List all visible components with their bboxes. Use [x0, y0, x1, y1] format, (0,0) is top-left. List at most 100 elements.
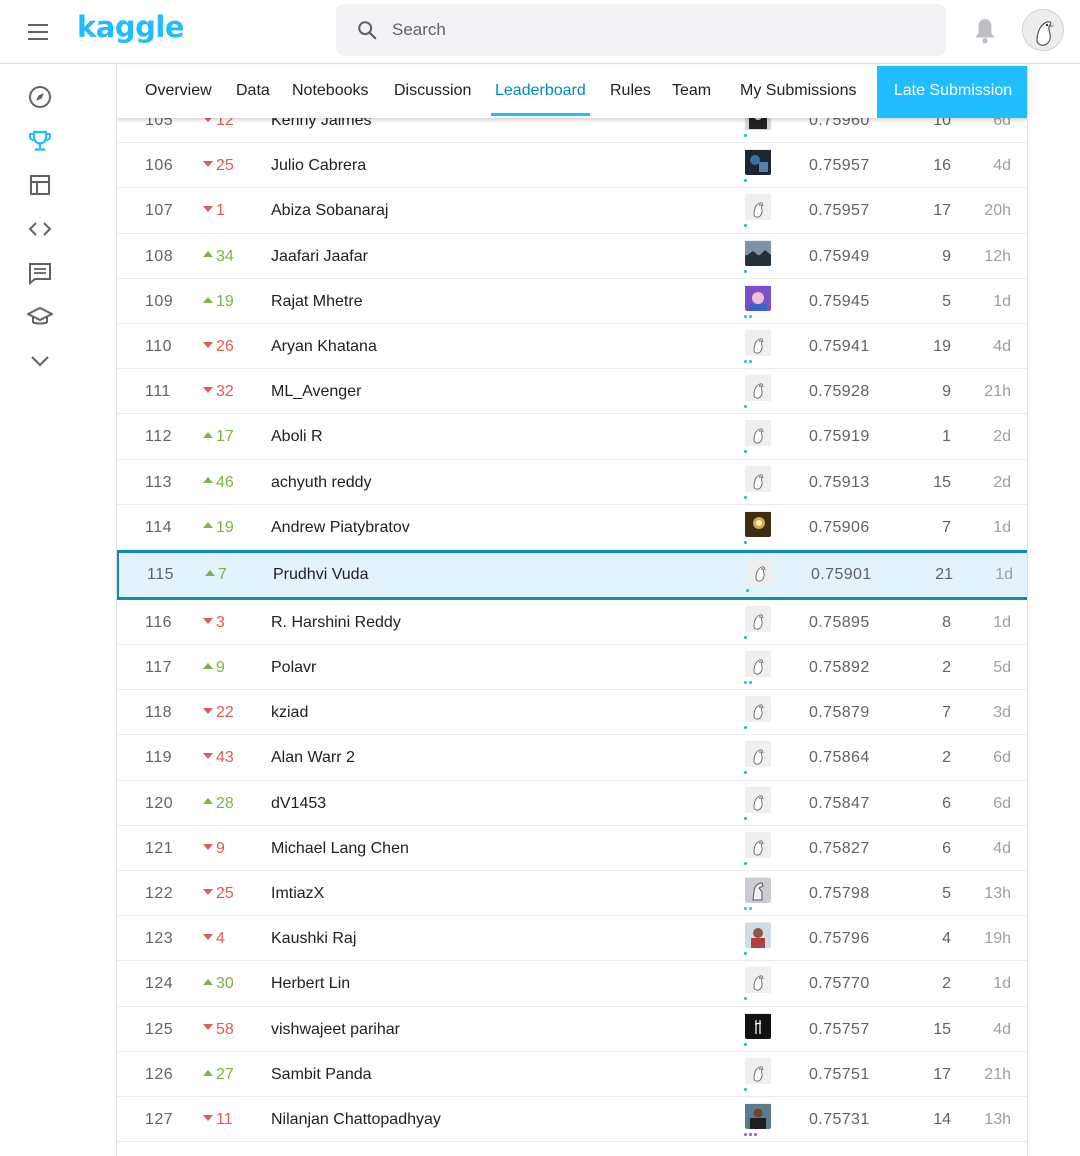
team-name[interactable]: achyuth reddy — [271, 460, 711, 505]
last-submission: 13h — [984, 1110, 1011, 1128]
table-row[interactable]: 127 11 Nilanjan Chattopadhyay 0.75731 14 13h — [117, 1097, 1027, 1143]
team-name[interactable]: R. Harshini Reddy — [271, 600, 711, 645]
table-row[interactable]: 113 46 achyuth reddy 0.75913 15 2d — [117, 460, 1027, 505]
team-avatar[interactable] — [745, 420, 771, 447]
team-avatar[interactable] — [745, 375, 771, 402]
menu-icon[interactable] — [28, 20, 52, 44]
table-row[interactable]: 121 9 Michael Lang Chen 0.75827 6 4d — [117, 826, 1027, 871]
team-avatar[interactable] — [745, 696, 771, 723]
bell-icon[interactable] — [972, 17, 998, 45]
team-name[interactable]: Herbert Lin — [271, 961, 711, 1006]
tab-discussion[interactable]: Discussion — [394, 66, 471, 118]
team-avatar[interactable] — [745, 465, 771, 492]
trophy-icon[interactable] — [27, 128, 53, 154]
team-name[interactable]: Jaafari Jaafar — [271, 234, 711, 279]
late-submission-button[interactable]: Late Submission — [877, 66, 1027, 118]
team-avatar[interactable] — [747, 558, 773, 585]
team-name[interactable]: Abiza Sobanaraj — [271, 188, 711, 233]
table-row[interactable]: 112 17 Aboli R 0.75919 1 2d — [117, 414, 1027, 460]
chevron-down-icon[interactable] — [27, 348, 53, 374]
team-name[interactable]: dV1453 — [271, 781, 711, 826]
comments-icon[interactable] — [27, 260, 53, 286]
team-name[interactable]: Aboli R — [271, 414, 711, 459]
team-avatar[interactable] — [745, 786, 771, 813]
search-input[interactable] — [392, 4, 932, 56]
code-icon[interactable] — [27, 216, 53, 242]
team-name[interactable]: Prudhvi Vuda — [273, 553, 713, 597]
team-avatar[interactable] — [745, 194, 771, 221]
graduation-cap-icon[interactable] — [27, 304, 53, 330]
rank-change: 9 — [203, 826, 243, 871]
table-row[interactable]: 107 1 Abiza Sobanaraj 0.75957 17 20h — [117, 188, 1027, 234]
last-submission: 3d — [993, 704, 1011, 722]
tab-my-submissions[interactable]: My Submissions — [740, 66, 856, 118]
table-row[interactable]: 111 32 ML_Avenger 0.75928 9 21h — [117, 369, 1027, 415]
rank-change: 9 — [203, 645, 243, 690]
tab-overview[interactable]: Overview — [145, 66, 212, 118]
team-name[interactable]: Aryan Khatana — [271, 324, 711, 369]
last-submission: 6d — [993, 794, 1011, 812]
table-row[interactable]: 106 25 Julio Cabrera 0.75957 16 4d — [117, 143, 1027, 189]
team-avatar[interactable] — [745, 605, 771, 632]
team-name[interactable]: Michael Lang Chen — [271, 826, 711, 871]
team-name[interactable]: Alan Warr 2 — [271, 735, 711, 780]
triangle-up-icon — [205, 569, 215, 576]
tab-leaderboard[interactable]: Leaderboard — [491, 66, 590, 118]
triangle-down-icon — [203, 386, 213, 393]
team-avatar[interactable] — [745, 967, 771, 994]
search-box[interactable] — [336, 4, 946, 56]
team-name[interactable]: kziad — [271, 690, 711, 735]
team-name[interactable]: Kaushki Raj — [271, 916, 711, 961]
team-avatar[interactable] — [745, 149, 771, 176]
team-avatar[interactable] — [745, 510, 771, 537]
table-row[interactable]: 117 9 Polavr 0.75892 2 5d — [117, 645, 1027, 691]
rank-change: 32 — [203, 369, 243, 414]
team-avatar[interactable] — [745, 1012, 771, 1039]
table-icon[interactable] — [27, 172, 53, 198]
team-avatar[interactable] — [745, 284, 771, 311]
table-row[interactable]: 126 27 Sambit Panda 0.75751 17 21h — [117, 1052, 1027, 1097]
team-avatar[interactable] — [745, 922, 771, 949]
tab-rules[interactable]: Rules — [610, 66, 651, 118]
table-row[interactable]: 114 19 Andrew Piatybratov 0.75906 7 1d — [117, 505, 1027, 550]
tab-data[interactable]: Data — [236, 66, 270, 118]
rank: 111 — [145, 383, 171, 401]
table-row[interactable]: 122 25 ImtiazX 0.75798 5 13h — [117, 871, 1027, 917]
table-row[interactable]: 110 26 Aryan Khatana 0.75941 19 4d — [117, 324, 1027, 370]
team-name[interactable]: ML_Avenger — [271, 369, 711, 414]
team-avatar[interactable] — [745, 877, 771, 903]
table-row[interactable]: 125 58 vishwajeet parihar 0.75757 15 4d — [117, 1007, 1027, 1052]
table-row[interactable]: 118 22 kziad 0.75879 7 3d — [117, 690, 1027, 736]
team-name[interactable]: ImtiazX — [271, 871, 711, 916]
team-name[interactable]: Polavr — [271, 645, 711, 690]
table-row[interactable]: 109 19 Rajat Mhetre 0.75945 5 1d — [117, 279, 1027, 324]
team-avatar[interactable] — [745, 1102, 771, 1129]
table-row[interactable]: 120 28 dV1453 0.75847 6 6d — [117, 781, 1027, 826]
entries-count: 4 — [942, 930, 951, 948]
table-row[interactable]: 119 43 Alan Warr 2 0.75864 2 6d — [117, 735, 1027, 781]
table-row[interactable]: 116 3 R. Harshini Reddy 0.75895 8 1d — [117, 600, 1027, 646]
tab-team[interactable]: Team — [672, 66, 711, 118]
tab-notebooks[interactable]: Notebooks — [292, 66, 369, 118]
team-avatar[interactable] — [745, 831, 771, 858]
team-name[interactable]: Nilanjan Chattopadhyay — [271, 1097, 711, 1142]
table-row-highlighted[interactable]: 115 7 Prudhvi Vuda 0.75901 21 1d — [117, 549, 1027, 600]
triangle-up-icon — [203, 1069, 213, 1076]
table-row[interactable]: 124 30 Herbert Lin 0.75770 2 1d — [117, 961, 1027, 1007]
table-row[interactable]: 108 34 Jaafari Jaafar 0.75949 9 12h — [117, 234, 1027, 279]
kaggle-logo[interactable]: kaggle — [77, 10, 184, 44]
team-name[interactable]: Julio Cabrera — [271, 143, 711, 188]
team-name[interactable]: Sambit Panda — [271, 1052, 711, 1097]
team-avatar[interactable] — [745, 239, 771, 266]
team-name[interactable]: Rajat Mhetre — [271, 279, 711, 324]
user-avatar[interactable] — [1022, 9, 1064, 51]
last-submission: 1d — [995, 565, 1013, 583]
table-row[interactable]: 123 4 Kaushki Raj 0.75796 4 19h — [117, 916, 1027, 962]
compass-icon[interactable] — [27, 84, 53, 110]
team-avatar[interactable] — [745, 651, 771, 678]
team-name[interactable]: Andrew Piatybratov — [271, 505, 711, 550]
team-avatar[interactable] — [745, 1057, 771, 1084]
team-avatar[interactable] — [745, 741, 771, 768]
team-name[interactable]: vishwajeet parihar — [271, 1007, 711, 1052]
team-avatar[interactable] — [745, 329, 771, 356]
